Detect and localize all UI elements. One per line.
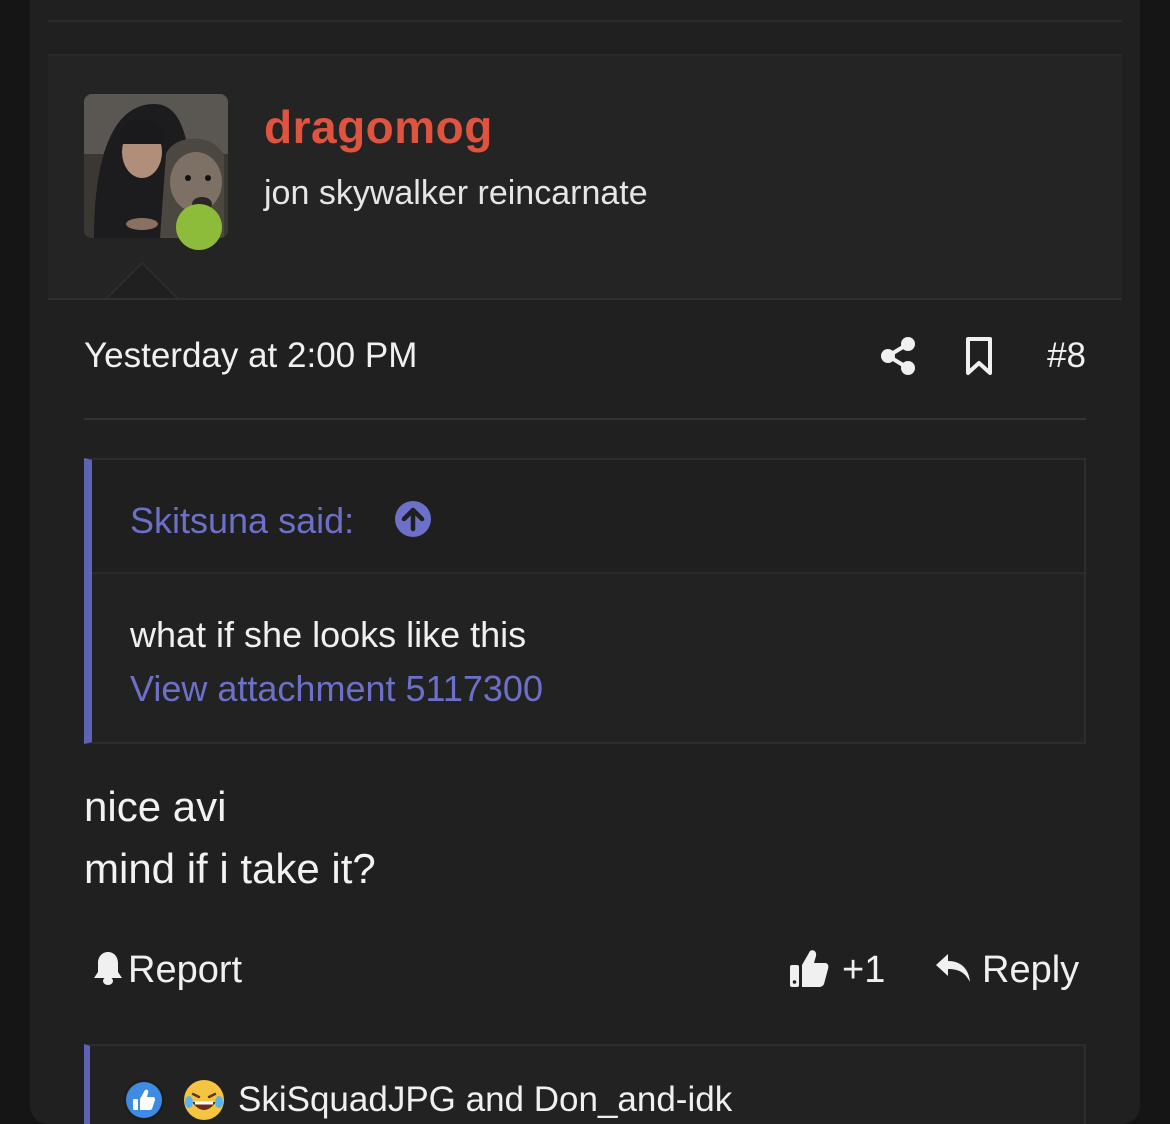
quote-block: Skitsuna said: what if she looks like th… [84,458,1086,744]
top-divider [48,20,1122,22]
reaction-users[interactable]: SkiSquadJPG and Don_and-idk [238,1080,732,1120]
meta-divider [84,418,1086,420]
share-icon[interactable] [880,336,916,376]
laugh-reaction-icon [182,1078,226,1122]
online-status-indicator [176,204,222,250]
post-body: nice avi mind if i take it? [84,776,376,900]
post-meta: Yesterday at 2:00 PM #8 [84,330,1086,386]
post-actions: Report +1 Reply [84,944,1086,1000]
post-timestamp[interactable]: Yesterday at 2:00 PM [84,336,417,376]
bell-icon [92,950,124,991]
quote-header: Skitsuna said: [92,460,1084,574]
user-title: jon skywalker reincarnate [264,174,648,212]
post-number-link[interactable]: #8 [1047,336,1086,376]
reactions-bar[interactable]: SkiSquadJPG and Don_and-idk [84,1044,1086,1124]
like-count: +1 [842,948,886,991]
quote-author[interactable]: Skitsuna said: [130,500,354,542]
username[interactable]: dragomog [264,100,493,154]
user-header: dragomog jon skywalker reincarnate [48,54,1122,300]
like-button[interactable]: +1 [788,944,885,996]
reply-label: Reply [982,948,1080,991]
report-button[interactable]: Report [92,944,242,996]
arrow-up-circle-icon[interactable] [394,500,432,538]
report-label: Report [128,948,243,991]
post-body-line: mind if i take it? [84,845,376,892]
post-body-line: nice avi [84,783,227,830]
post-container: dragomog jon skywalker reincarnate Yeste… [30,0,1140,1124]
quote-text: what if she looks like this [130,614,527,655]
reply-arrow-icon [934,950,972,991]
like-reaction-icon [122,1078,166,1122]
header-arrow [108,264,176,298]
attachment-link[interactable]: View attachment 5117300 [130,668,543,710]
reply-button[interactable]: Reply [934,944,1079,996]
bookmark-icon[interactable] [964,336,994,376]
thumbs-up-icon [788,947,830,994]
